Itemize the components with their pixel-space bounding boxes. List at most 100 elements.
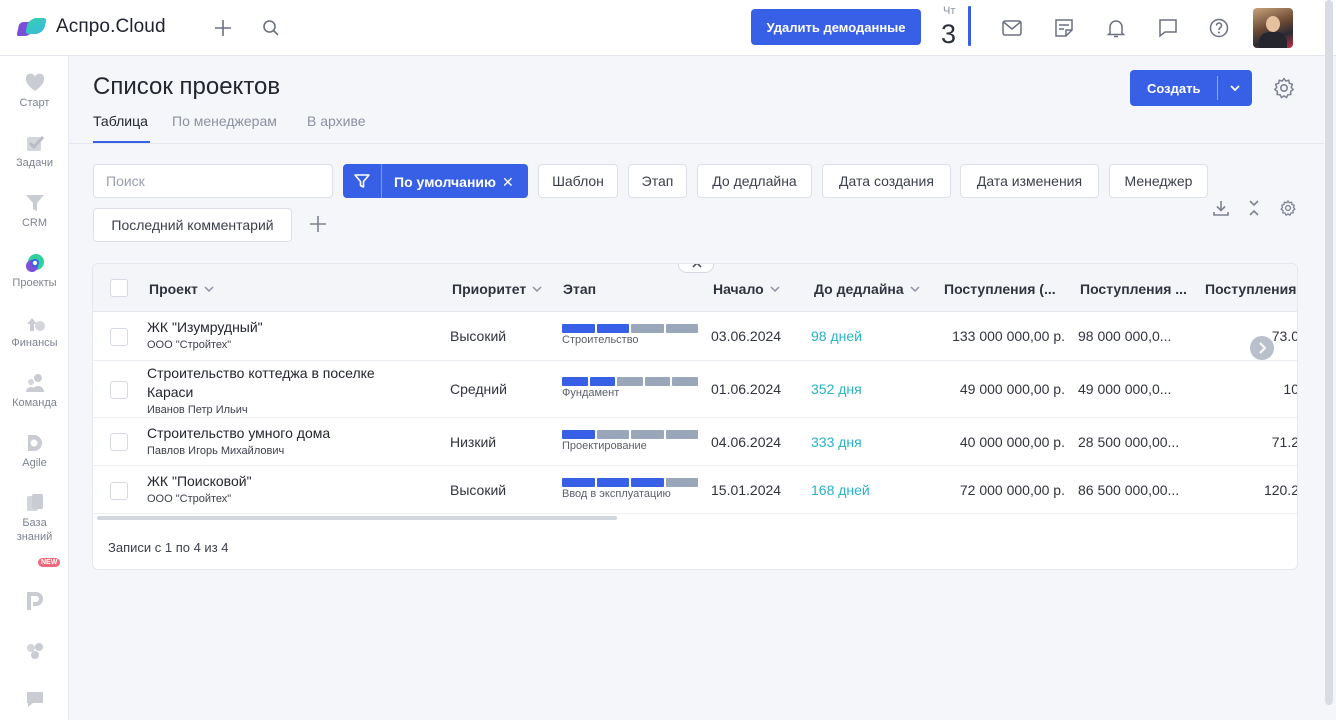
mail-icon[interactable] <box>1001 17 1023 39</box>
table-row[interactable]: ЖК "Поисковой" ООО "Стройтех" Высокий Вв… <box>93 466 1298 514</box>
sidebar-item-tasks[interactable]: Задачи <box>0 132 69 170</box>
row-checkbox[interactable] <box>110 482 128 500</box>
tab-archive[interactable]: В архиве <box>307 113 366 129</box>
add-filter-icon[interactable] <box>308 214 328 234</box>
filter-chip-last-comment[interactable]: Последний комментарий <box>93 208 292 242</box>
column-header-stage[interactable]: Этап <box>563 281 596 297</box>
sidebar-item-crm[interactable]: CRM <box>0 192 69 230</box>
start-date-cell: 04.06.2024 <box>711 434 782 450</box>
page-title: Список проектов <box>93 73 281 100</box>
filter-chip-deadline[interactable]: До дедлайна <box>697 164 812 198</box>
sidebar-item-projects[interactable]: Проекты <box>0 252 69 290</box>
filter-chip-modified-date[interactable]: Дата изменения <box>960 164 1099 198</box>
chevron-up-icon <box>692 264 702 268</box>
column-header-income-2[interactable]: Поступления ... <box>1080 281 1187 297</box>
project-name[interactable]: Строительство умного дома <box>147 424 330 443</box>
collapse-rows-icon[interactable] <box>1245 199 1263 217</box>
create-button[interactable]: Создать <box>1130 70 1252 106</box>
download-icon[interactable] <box>1212 199 1230 217</box>
row-checkbox[interactable] <box>110 433 128 451</box>
tab-by-managers[interactable]: По менеджерам <box>172 113 277 129</box>
tab-table[interactable]: Таблица <box>93 113 148 129</box>
sidebar-item-agile[interactable]: Agile <box>0 432 69 470</box>
income-3-cell: 120.2 <box>1263 482 1298 498</box>
column-header-income-1[interactable]: Поступления (... <box>944 281 1056 297</box>
date-widget[interactable]: Чт 3 <box>940 4 972 48</box>
pin-icon <box>24 590 46 612</box>
select-all-checkbox[interactable] <box>110 279 128 297</box>
deadline-cell: 98 дней <box>811 328 862 344</box>
stage-cell[interactable]: Строительство <box>562 324 698 346</box>
project-name[interactable]: ЖК "Изумрудный" <box>147 318 263 337</box>
project-name[interactable]: Строительство коттеджа в поселке <box>147 364 375 383</box>
sidebar-item-label: Проекты <box>12 277 57 289</box>
search-icon[interactable] <box>260 17 282 39</box>
help-icon[interactable] <box>1208 17 1230 39</box>
sidebar-item-start[interactable]: Старт <box>0 72 69 110</box>
horizontal-scrollbar[interactable] <box>97 516 617 520</box>
project-cell[interactable]: Строительство коттеджа в поселке Караси … <box>147 364 375 417</box>
notes-icon[interactable] <box>1053 17 1075 39</box>
column-header-income-3[interactable]: Поступления <box>1205 281 1296 297</box>
priority-cell: Низкий <box>450 434 497 450</box>
chevron-down-icon[interactable] <box>1226 79 1244 97</box>
app-logo[interactable]: Аспро.Cloud <box>16 16 166 38</box>
sidebar-item-pin[interactable] <box>0 590 69 614</box>
search-input[interactable] <box>93 164 333 198</box>
vertical-scrollbar[interactable] <box>1325 0 1333 705</box>
table-settings-icon[interactable] <box>1279 199 1297 217</box>
table-row[interactable]: ЖК "Изумрудный" ООО "Стройтех" Высокий С… <box>93 312 1297 361</box>
project-cell[interactable]: ЖК "Поисковой" ООО "Стройтех" <box>147 472 252 506</box>
sidebar-item-label: Agile <box>22 457 47 469</box>
app-name: Аспро.Cloud <box>56 16 166 37</box>
sidebar-item-label: База знаний <box>16 517 53 543</box>
delete-demo-data-button[interactable]: Удалить демоданные <box>751 9 921 45</box>
sidebar-item-knowledge-base[interactable]: База знаний <box>0 492 69 544</box>
filter-chip-manager[interactable]: Менеджер <box>1109 164 1208 198</box>
chat-icon[interactable] <box>1157 17 1179 39</box>
plus-icon[interactable] <box>212 17 234 39</box>
stage-label: Фундамент <box>562 387 620 399</box>
default-filter-button[interactable]: По умолчанию ✕ <box>343 164 528 198</box>
sidebar-item-integrations[interactable] <box>0 640 69 664</box>
income-1-cell: 49 000 000,00 р. <box>959 381 1065 397</box>
column-header-priority[interactable]: Приоритет <box>452 281 542 297</box>
project-cell[interactable]: ЖК "Изумрудный" ООО "Стройтех" <box>147 318 263 352</box>
sidebar-item-label: CRM <box>21 217 48 229</box>
column-header-label: Этап <box>563 281 597 297</box>
column-header-deadline[interactable]: До дедлайна <box>814 281 920 297</box>
user-avatar[interactable] <box>1253 8 1293 48</box>
column-header-start[interactable]: Начало <box>713 281 780 297</box>
clear-filter-icon[interactable]: ✕ <box>502 174 514 191</box>
sidebar-item-feedback[interactable] <box>0 688 69 712</box>
settings-gear-icon[interactable] <box>1272 76 1296 100</box>
project-client: Иванов Петр Ильич <box>147 404 248 416</box>
stage-cell[interactable]: Проектирование <box>562 430 698 452</box>
row-checkbox[interactable] <box>110 328 128 346</box>
project-name-line-2[interactable]: Караси <box>147 383 375 402</box>
sidebar-item-label: Старт <box>19 97 50 109</box>
new-badge: NEW <box>38 558 61 567</box>
scroll-right-arrow-icon[interactable] <box>1250 336 1274 360</box>
filter-chip-stage[interactable]: Этап <box>628 164 687 198</box>
stage-cell[interactable]: Ввод в эксплуатацию <box>562 478 698 500</box>
column-header-project[interactable]: Проект <box>149 281 214 297</box>
sidebar: Старт Задачи CRM Проекты Финансы Команда <box>0 56 69 720</box>
filter-chip-created-date[interactable]: Дата создания <box>822 164 951 198</box>
table-row[interactable]: Строительство коттеджа в поселке Караси … <box>93 361 1297 418</box>
sidebar-item-team[interactable]: Команда <box>0 372 69 410</box>
collapse-filters-toggle[interactable] <box>678 264 714 273</box>
project-cell[interactable]: Строительство умного дома Павлов Игорь М… <box>147 424 330 458</box>
bell-icon[interactable] <box>1105 17 1127 39</box>
stage-cell[interactable]: Фундамент <box>562 377 698 399</box>
table-row[interactable]: Строительство умного дома Павлов Игорь М… <box>93 418 1297 466</box>
header-divider <box>69 143 1324 144</box>
income-2-cell: 98 000 000,0... <box>1078 328 1172 344</box>
sort-chevron-icon <box>910 286 920 293</box>
sidebar-item-finance[interactable]: Финансы <box>0 312 69 350</box>
project-name[interactable]: ЖК "Поисковой" <box>147 472 252 491</box>
puzzle-icon <box>24 640 46 662</box>
filter-chip-template[interactable]: Шаблон <box>538 164 618 198</box>
start-date-cell: 15.01.2024 <box>711 482 782 498</box>
row-checkbox[interactable] <box>110 381 128 399</box>
